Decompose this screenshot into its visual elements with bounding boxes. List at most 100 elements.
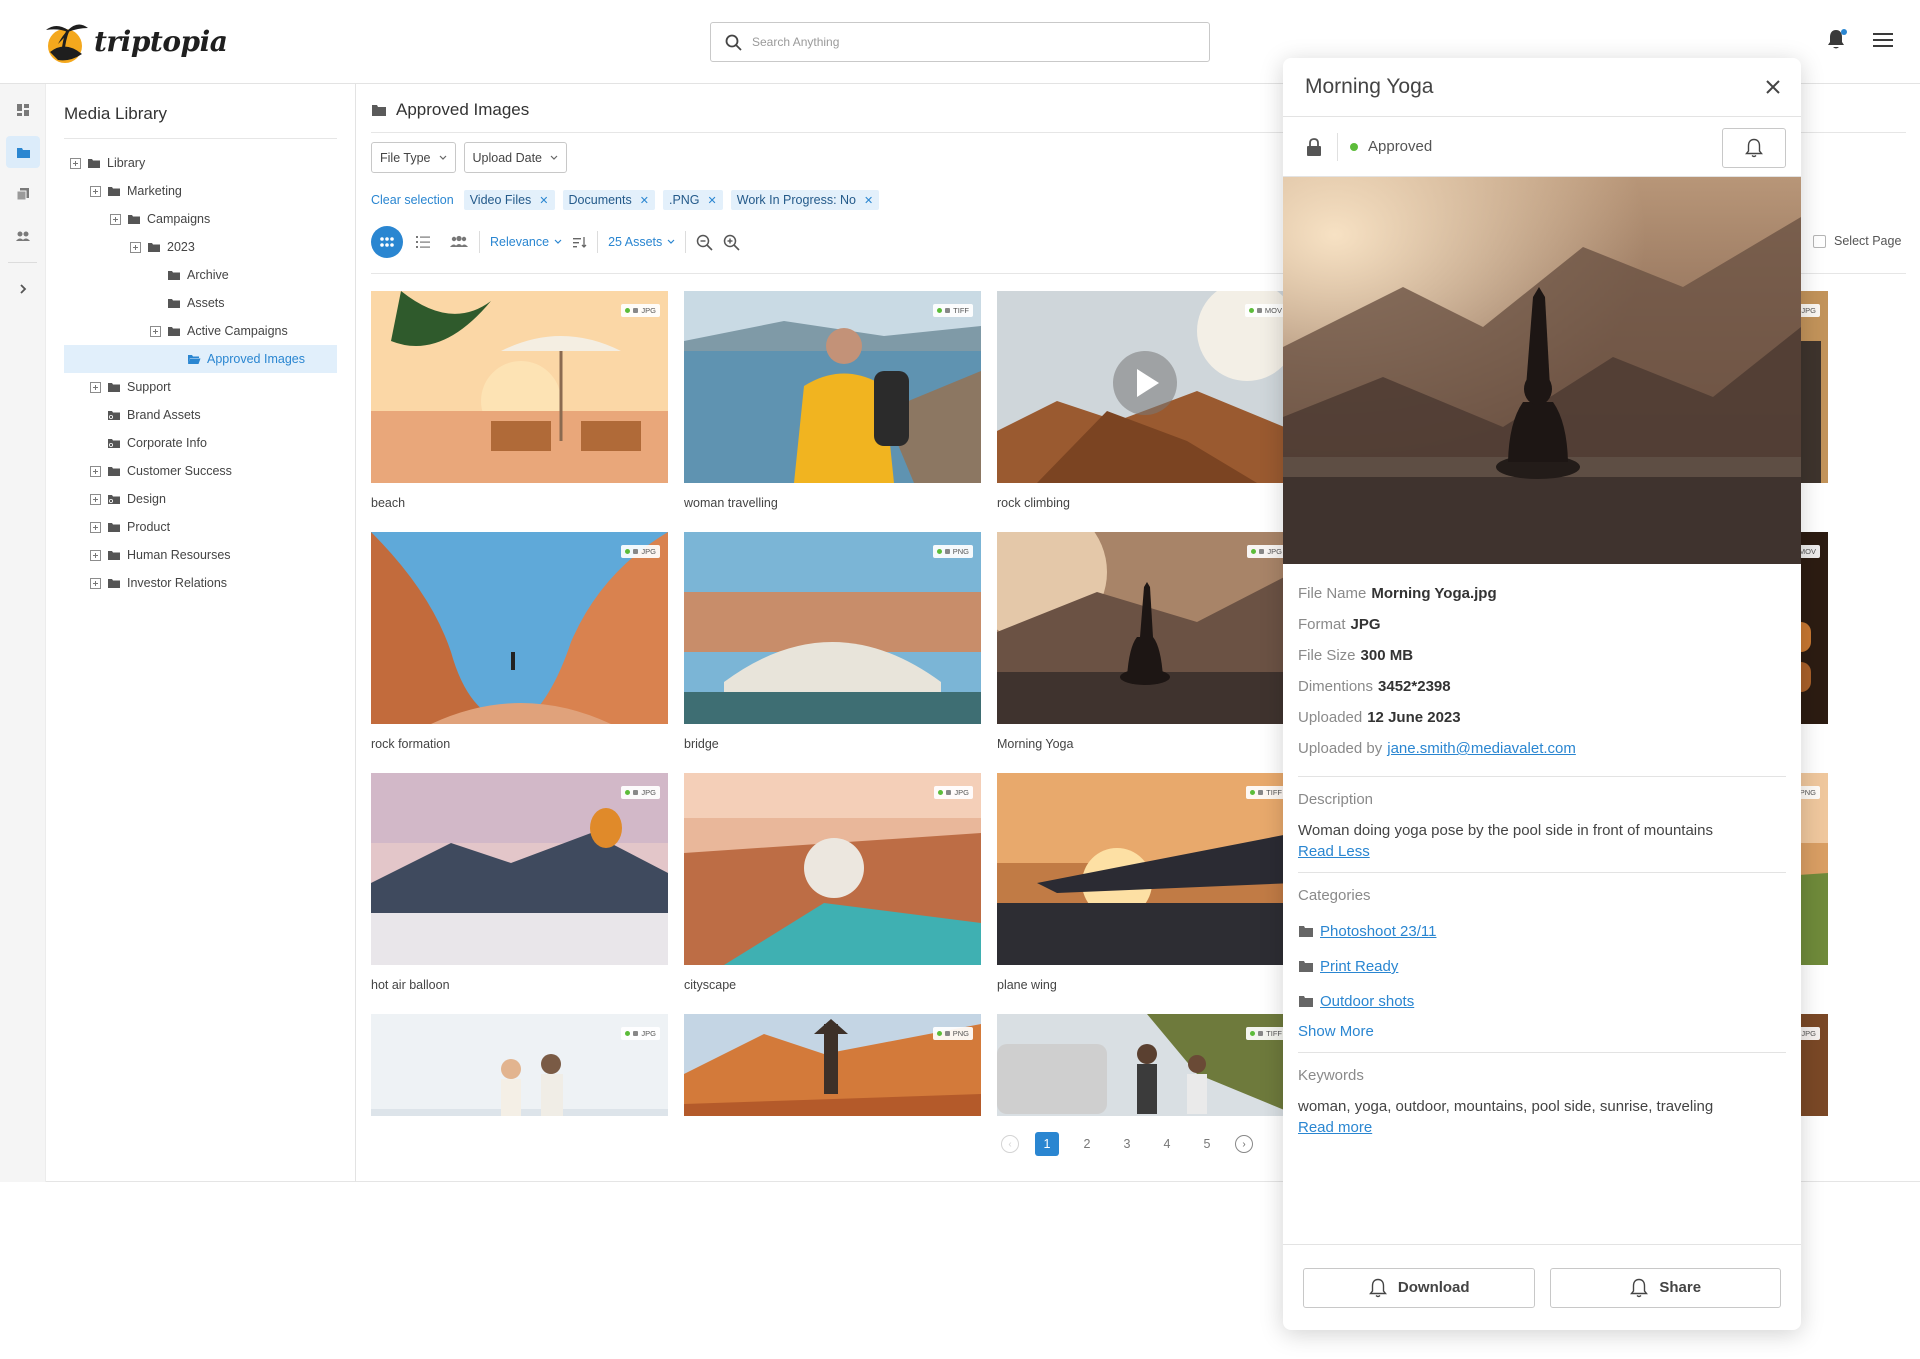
asset-card[interactable]: MOV rock climbing	[997, 291, 1294, 510]
page-3[interactable]: 3	[1115, 1132, 1139, 1156]
expand-icon[interactable]	[90, 549, 101, 561]
tree-item-product[interactable]: Product	[64, 513, 337, 541]
tree-item-archive[interactable]: Archive	[64, 261, 337, 289]
subscribe-button[interactable]	[1722, 128, 1786, 168]
sort-icon[interactable]	[572, 236, 587, 249]
list-view-icon[interactable]	[415, 235, 431, 249]
select-page[interactable]: Select Page	[1813, 234, 1901, 248]
expand-icon[interactable]	[90, 185, 101, 197]
asset-card[interactable]: JPG beach	[371, 291, 668, 510]
filter-chip[interactable]: Video Files ✕	[463, 190, 555, 210]
select-page-checkbox[interactable]	[1813, 234, 1826, 248]
show-more-link[interactable]: Show More	[1298, 1023, 1786, 1040]
asset-card[interactable]: TIFF woman travelling	[684, 291, 981, 510]
expand-icon[interactable]	[110, 213, 121, 225]
asset-card[interactable]: TIFF	[997, 1014, 1294, 1116]
grid-view-button[interactable]	[371, 226, 403, 258]
tree-item-library[interactable]: Library	[64, 149, 337, 177]
filter-chip[interactable]: Documents ✕	[562, 190, 655, 210]
asset-card[interactable]: PNG	[684, 1014, 981, 1116]
next-page-button[interactable]: ›	[1235, 1135, 1253, 1153]
tree-item-investor-relations[interactable]: Investor Relations	[64, 569, 337, 597]
uploader-email-link[interactable]: jane.smith@mediavalet.com	[1387, 740, 1576, 757]
close-icon[interactable]: ✕	[864, 194, 873, 207]
asset-thumbnail[interactable]: TIFF	[684, 291, 981, 483]
upload-date-dropdown[interactable]: Upload Date	[463, 142, 567, 173]
category-item[interactable]: Print Ready	[1298, 949, 1786, 984]
tree-item-corporate-info[interactable]: Corporate Info	[64, 429, 337, 457]
zoom-out-icon[interactable]	[696, 234, 713, 251]
asset-thumbnail[interactable]: JPG	[997, 532, 1294, 724]
asset-thumbnail[interactable]: TIFF	[997, 1014, 1294, 1116]
category-item[interactable]: Photoshoot 23/11	[1298, 914, 1786, 949]
category-link[interactable]: Outdoor shots	[1320, 993, 1414, 1010]
category-link[interactable]: Print Ready	[1320, 958, 1398, 975]
tree-item-design[interactable]: Design	[64, 485, 337, 513]
rail-expand[interactable]	[6, 273, 40, 305]
category-link[interactable]: Photoshoot 23/11	[1320, 923, 1436, 940]
page-1[interactable]: 1	[1035, 1132, 1059, 1156]
tree-item-2023[interactable]: 2023	[64, 233, 337, 261]
expand-icon[interactable]	[70, 157, 81, 169]
asset-thumbnail[interactable]: PNG	[684, 1014, 981, 1116]
search-input[interactable]	[752, 35, 1192, 49]
close-icon[interactable]	[1765, 79, 1781, 95]
tree-item-approved-images[interactable]: Approved Images	[64, 345, 337, 373]
asset-thumbnail[interactable]: JPG	[684, 773, 981, 965]
close-icon[interactable]: ✕	[539, 194, 548, 207]
sort-dropdown[interactable]: Relevance	[490, 235, 562, 249]
rail-dashboard[interactable]	[6, 94, 40, 126]
filter-chip[interactable]: Work In Progress: No ✕	[730, 190, 880, 210]
page-5[interactable]: 5	[1195, 1132, 1219, 1156]
download-button[interactable]: Download	[1303, 1267, 1535, 1308]
asset-card[interactable]: JPG rock formation	[371, 532, 668, 751]
people-view-icon[interactable]	[449, 235, 469, 249]
prev-page-button[interactable]: ‹	[1001, 1135, 1019, 1153]
asset-thumbnail[interactable]: TIFF	[997, 773, 1294, 965]
expand-icon[interactable]	[150, 325, 161, 337]
asset-card[interactable]: JPG hot air balloon	[371, 773, 668, 992]
expand-icon[interactable]	[90, 577, 101, 589]
asset-thumbnail[interactable]: PNG	[684, 532, 981, 724]
share-button[interactable]: Share	[1549, 1267, 1781, 1308]
asset-card[interactable]: PNG bridge	[684, 532, 981, 751]
search-bar[interactable]	[710, 22, 1210, 62]
read-more-link[interactable]: Read more	[1298, 1119, 1786, 1136]
zoom-in-icon[interactable]	[723, 234, 740, 251]
category-item[interactable]: Outdoor shots	[1298, 984, 1786, 1019]
tree-item-customer-success[interactable]: Customer Success	[64, 457, 337, 485]
expand-icon[interactable]	[90, 521, 101, 533]
tree-item-human-resourses[interactable]: Human Resourses	[64, 541, 337, 569]
tree-item-marketing[interactable]: Marketing	[64, 177, 337, 205]
asset-thumbnail[interactable]: JPG	[371, 291, 668, 483]
close-icon[interactable]: ✕	[640, 194, 649, 207]
asset-thumbnail[interactable]: JPG	[371, 1014, 668, 1116]
hamburger-icon[interactable]	[1872, 31, 1894, 49]
expand-icon[interactable]	[90, 493, 101, 505]
rail-users[interactable]	[6, 220, 40, 252]
expand-icon[interactable]	[130, 241, 141, 253]
close-icon[interactable]: ✕	[708, 194, 717, 207]
notifications-button[interactable]	[1826, 28, 1848, 52]
asset-card[interactable]: JPG Morning Yoga	[997, 532, 1294, 751]
expand-icon[interactable]	[90, 465, 101, 477]
asset-thumbnail[interactable]: JPG	[371, 773, 668, 965]
tree-item-support[interactable]: Support	[64, 373, 337, 401]
asset-card[interactable]: JPG	[371, 1014, 668, 1116]
clear-selection-link[interactable]: Clear selection	[371, 193, 454, 207]
tree-item-assets[interactable]: Assets	[64, 289, 337, 317]
asset-thumbnail[interactable]: MOV	[997, 291, 1294, 483]
asset-thumbnail[interactable]: JPG	[371, 532, 668, 724]
tree-item-brand-assets[interactable]: Brand Assets	[64, 401, 337, 429]
asset-card[interactable]: JPG cityscape	[684, 773, 981, 992]
read-less-link[interactable]: Read Less	[1298, 843, 1786, 860]
page-4[interactable]: 4	[1155, 1132, 1179, 1156]
file-type-dropdown[interactable]: File Type	[371, 142, 456, 173]
asset-preview[interactable]	[1283, 177, 1801, 564]
tree-item-campaigns[interactable]: Campaigns	[64, 205, 337, 233]
expand-icon[interactable]	[90, 381, 101, 393]
asset-card[interactable]: TIFF plane wing	[997, 773, 1294, 992]
tree-item-active-campaigns[interactable]: Active Campaigns	[64, 317, 337, 345]
filter-chip[interactable]: .PNG ✕	[662, 190, 723, 210]
rail-collections[interactable]	[6, 178, 40, 210]
